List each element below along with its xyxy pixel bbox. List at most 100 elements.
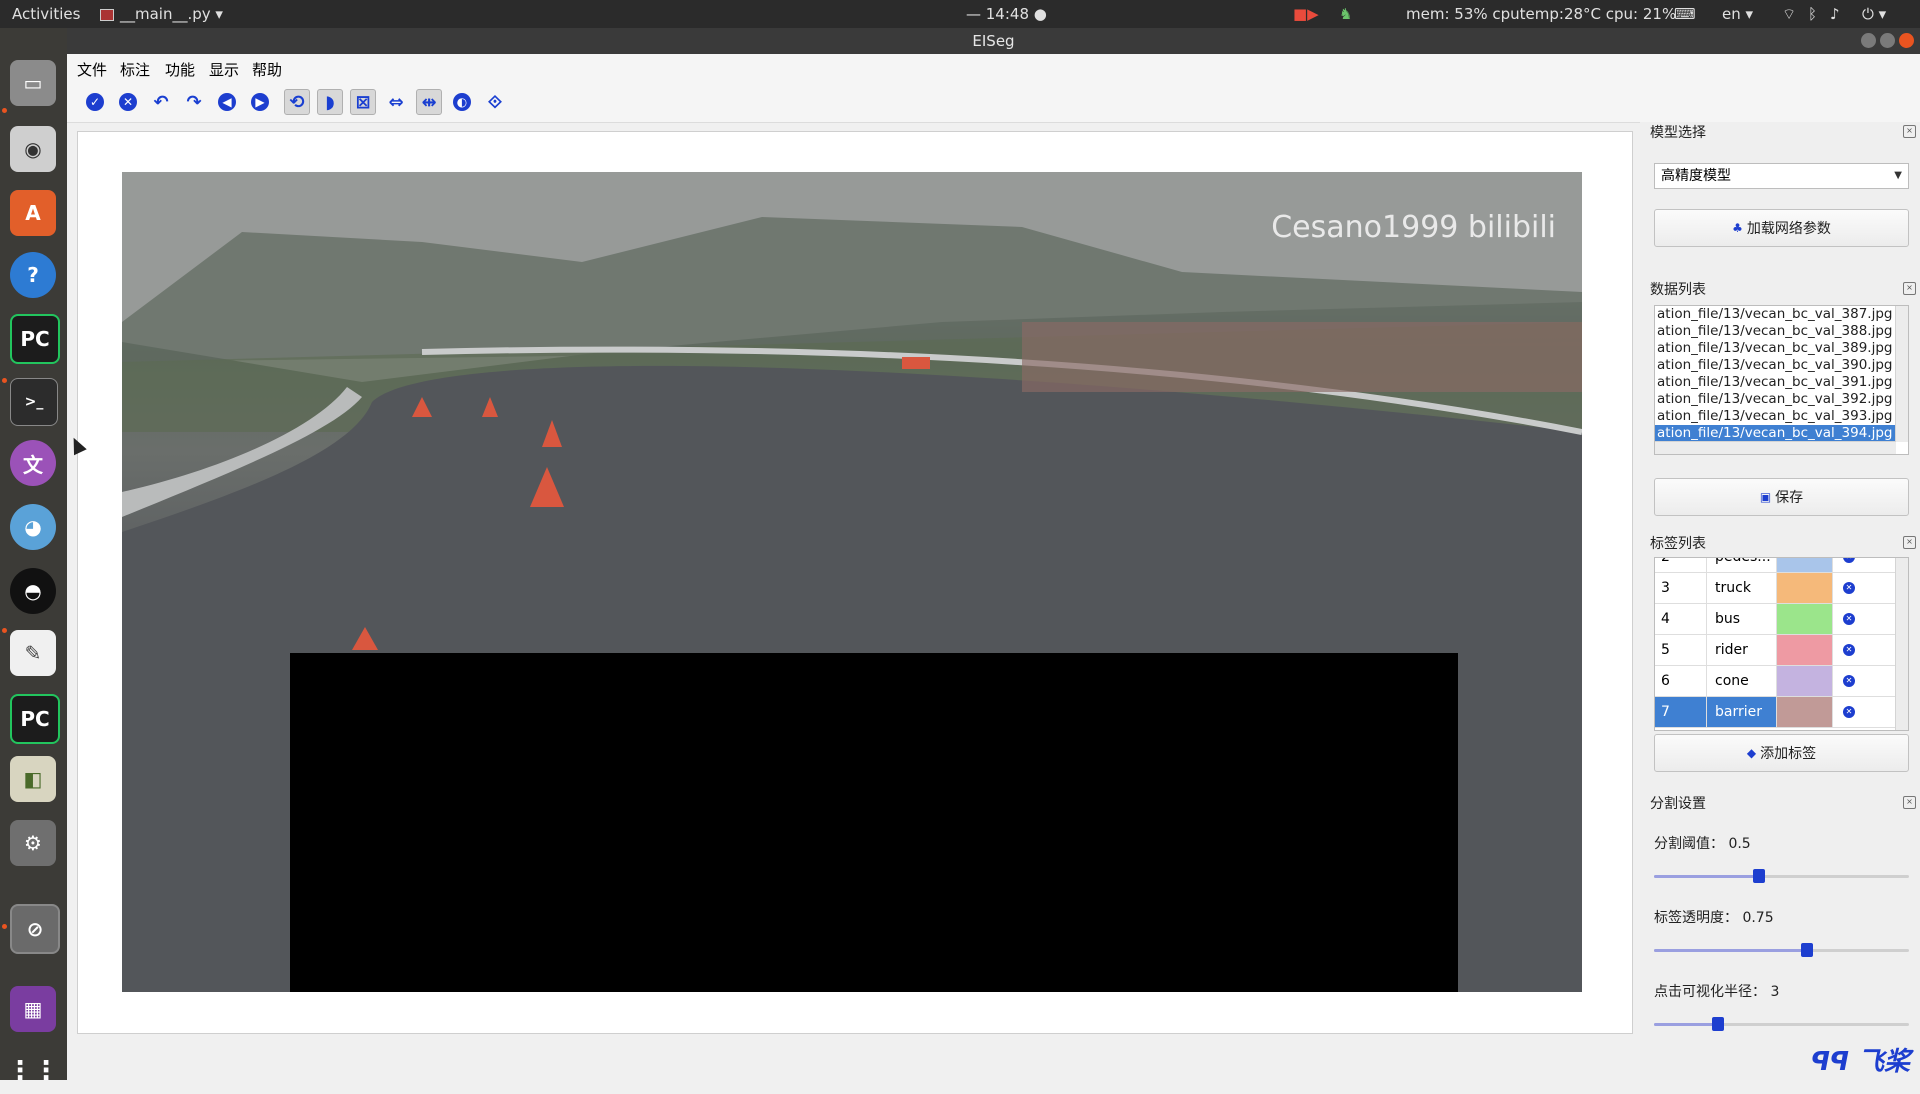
menu-function[interactable]: 功能 (165, 59, 195, 80)
text-editor-icon[interactable]: ✎ (10, 630, 56, 676)
terminal-icon[interactable]: >_ (10, 378, 58, 426)
label-table[interactable]: 2pedes...✕3truck✕4bus✕5rider✕6cone✕7barr… (1654, 557, 1909, 731)
image-viewer-icon[interactable]: ◧ (10, 756, 56, 802)
file-list[interactable]: ation_file/13/vecan_bc_val_387.jpg ation_… (1654, 305, 1909, 455)
video-player-icon[interactable]: ▦ (10, 986, 56, 1032)
delete-label-icon[interactable]: ✕ (1843, 644, 1855, 656)
load-params-button[interactable]: ♣ 加载网络参数 (1654, 209, 1909, 247)
horizontal-scrollbar[interactable] (1655, 441, 1896, 454)
dock-close-icon[interactable]: × (1903, 536, 1916, 549)
speaker-icon[interactable]: ◉ (10, 126, 56, 172)
file-manager-icon[interactable]: ▭ (10, 60, 56, 106)
label-name[interactable]: cone (1707, 666, 1777, 696)
annotation-image[interactable]: Cesano1999 bilibili (122, 172, 1582, 992)
language-support-icon[interactable]: 文 (10, 440, 56, 486)
finish-icon[interactable]: ✓ (82, 89, 108, 115)
next-image-icon[interactable]: ▶ (247, 89, 273, 115)
delete-label-icon[interactable]: ✕ (1843, 613, 1855, 625)
window-titlebar[interactable]: EISeg (67, 28, 1920, 54)
label-name[interactable]: bus (1707, 604, 1777, 634)
menu-help[interactable]: 帮助 (252, 59, 282, 80)
dock-close-icon[interactable]: × (1903, 282, 1916, 295)
label-color-swatch[interactable] (1777, 635, 1833, 665)
minimize-icon[interactable] (1861, 33, 1876, 48)
threshold-slider[interactable] (1654, 868, 1909, 884)
label-name[interactable]: barrier (1707, 697, 1777, 727)
slider-handle[interactable] (1801, 943, 1813, 957)
pycharm-icon[interactable]: PC (10, 694, 60, 744)
label-color-swatch[interactable] (1777, 666, 1833, 696)
power-icon[interactable]: ⏻ ▾ (1862, 5, 1886, 23)
label-row[interactable]: 2pedes... ✕ (1655, 558, 1908, 573)
wifi-icon[interactable]: ⌔ (1782, 5, 1796, 24)
label-color-swatch[interactable] (1777, 697, 1833, 727)
slider-handle[interactable] (1752, 869, 1765, 883)
rocking-horse-icon[interactable]: ♞ (1339, 5, 1352, 23)
label-name[interactable]: pedes... (1707, 558, 1777, 572)
bluetooth-icon[interactable]: ᛒ (1808, 5, 1817, 23)
delete-label-icon[interactable]: ✕ (1843, 706, 1855, 718)
redo-icon[interactable]: ↷ (181, 89, 207, 115)
label-row[interactable]: 5 rider ✕ (1655, 635, 1908, 666)
keyboard-icon[interactable]: ⌨ (1674, 5, 1696, 23)
file-list-item[interactable]: ation_file/13/vecan_bc_val_393.jpg (1655, 408, 1897, 425)
segment-mode-icon[interactable]: ◐ (449, 89, 475, 115)
maximize-icon[interactable] (1880, 33, 1895, 48)
dock-close-icon[interactable]: × (1903, 125, 1916, 138)
delete-label-icon[interactable]: ✕ (1843, 558, 1855, 563)
slider-handle[interactable] (1711, 1017, 1724, 1031)
label-row[interactable]: 4 bus ✕ (1655, 604, 1908, 635)
file-list-item[interactable]: ation_file/13/vecan_bc_val_391.jpg (1655, 374, 1897, 391)
dock-close-icon[interactable]: × (1903, 796, 1916, 809)
shortcut-icon[interactable]: ⟐ (482, 89, 508, 115)
delete-label-icon[interactable]: ✕ (1843, 582, 1855, 594)
penguin-app-icon[interactable]: ◕ (10, 504, 56, 550)
file-list-item[interactable]: ation_file/13/vecan_bc_val_390.jpg (1655, 357, 1897, 374)
label-name[interactable]: truck (1707, 573, 1777, 603)
radius-slider[interactable] (1654, 1016, 1909, 1032)
label-color-swatch[interactable] (1777, 573, 1833, 603)
record-icon[interactable]: ■▶ (1293, 5, 1319, 23)
clear-icon[interactable]: ✕ (115, 89, 141, 115)
language-indicator[interactable]: en ▾ (1722, 5, 1753, 23)
file-list-item[interactable]: ation_file/13/vecan_bc_val_392.jpg (1655, 391, 1897, 408)
show-mask-icon[interactable]: ⟲ (284, 89, 310, 115)
opacity-slider[interactable] (1654, 942, 1909, 958)
label-color-swatch[interactable] (1777, 558, 1833, 572)
file-list-item[interactable]: ation_file/13/vecan_bc_val_389.jpg (1655, 340, 1897, 357)
label-name[interactable]: rider (1707, 635, 1777, 665)
menu-annotate[interactable]: 标注 (120, 59, 150, 80)
fill-mask-icon[interactable]: ◗ (317, 89, 343, 115)
model-dropdown[interactable]: 高精度模型 ▼ (1654, 163, 1909, 189)
file-list-item[interactable]: ation_file/13/vecan_bc_val_387.jpg (1655, 306, 1897, 323)
menu-file[interactable]: 文件 (77, 59, 107, 80)
pycharm-icon[interactable]: PC (10, 314, 60, 364)
activities-button[interactable]: Activities (12, 5, 80, 23)
add-label-button[interactable]: ◆ 添加标签 (1654, 734, 1909, 772)
eiseg-app-icon[interactable]: ⊘ (10, 904, 60, 954)
menu-display[interactable]: 显示 (209, 59, 239, 80)
file-list-item[interactable]: ation_file/13/vecan_bc_val_394.jpg (1655, 425, 1897, 442)
label-row[interactable]: 6 cone ✕ (1655, 666, 1908, 697)
fit-window-icon[interactable]: ⇔ (383, 89, 409, 115)
software-center-icon[interactable]: A (10, 190, 56, 236)
qq-icon[interactable]: ◓ (10, 568, 56, 614)
vertical-scrollbar[interactable] (1895, 558, 1908, 730)
previous-image-icon[interactable]: ◀ (214, 89, 240, 115)
delete-polygon-icon[interactable]: ⊠ (350, 89, 376, 115)
label-color-swatch[interactable] (1777, 604, 1833, 634)
label-row[interactable]: 7 barrier ✕ (1655, 697, 1908, 728)
save-button[interactable]: ▣ 保存 (1654, 478, 1909, 516)
file-list-item[interactable]: ation_file/13/vecan_bc_val_388.jpg (1655, 323, 1897, 340)
label-row[interactable]: 3 truck ✕ (1655, 573, 1908, 604)
undo-icon[interactable]: ↶ (148, 89, 174, 115)
volume-icon[interactable]: ♪ (1830, 5, 1840, 23)
largest-component-icon[interactable]: ⇹ (416, 89, 442, 115)
app-menu[interactable]: __main__.py ▾ (100, 5, 223, 23)
clock[interactable]: — 14:48 ● (966, 5, 1047, 23)
delete-label-icon[interactable]: ✕ (1843, 675, 1855, 687)
vertical-scrollbar[interactable] (1895, 306, 1908, 442)
settings-icon[interactable]: ⚙ (10, 820, 56, 866)
app-grid-icon[interactable]: ⋮⋮ (7, 1048, 59, 1094)
close-icon[interactable] (1899, 33, 1914, 48)
